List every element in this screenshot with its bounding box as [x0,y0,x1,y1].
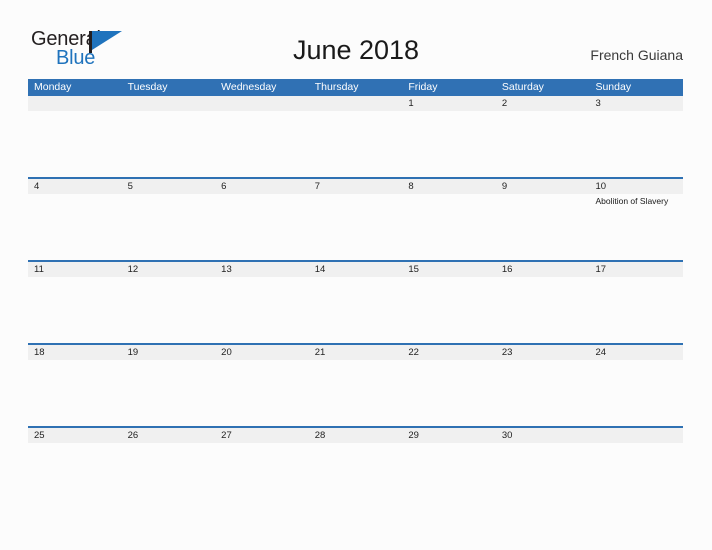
day-number[interactable]: 14 [309,262,403,277]
day-number[interactable]: 27 [215,428,309,443]
day-number[interactable]: 21 [309,345,403,360]
day-number[interactable]: 20 [215,345,309,360]
day-number[interactable]: 22 [402,345,496,360]
day-number[interactable]: 4 [28,179,122,194]
day-number[interactable] [215,96,309,111]
day-event[interactable] [122,360,216,426]
day-number[interactable]: 18 [28,345,122,360]
day-event[interactable] [215,277,309,343]
day-event[interactable] [402,111,496,177]
week-date-band: 1 2 3 [28,96,683,111]
day-event[interactable] [122,277,216,343]
day-number[interactable] [28,96,122,111]
week-date-band: 11 12 13 14 15 16 17 [28,262,683,277]
day-event[interactable] [496,111,590,177]
day-number[interactable] [122,96,216,111]
day-event[interactable] [402,277,496,343]
day-number[interactable]: 12 [122,262,216,277]
day-number[interactable]: 25 [28,428,122,443]
day-number[interactable]: 2 [496,96,590,111]
day-number[interactable]: 8 [402,179,496,194]
day-number[interactable]: 13 [215,262,309,277]
day-number[interactable] [309,96,403,111]
day-event[interactable] [402,443,496,509]
weekday-friday: Friday [408,81,438,93]
day-number[interactable]: 23 [496,345,590,360]
week-event-band [28,277,683,343]
day-event[interactable] [215,443,309,509]
calendar-week-row: 25 26 27 28 29 30 [28,426,683,509]
weekday-saturday: Saturday [501,81,544,93]
week-date-band: 18 19 20 21 22 23 24 [28,345,683,360]
week-event-band: Abolition of Slavery [28,194,683,260]
calendar-week-row: 18 19 20 21 22 23 24 [28,343,683,426]
day-event[interactable] [215,111,309,177]
day-event[interactable] [309,443,403,509]
day-event[interactable] [589,360,683,426]
week-event-band [28,111,683,177]
day-event[interactable] [496,277,590,343]
day-event[interactable] [496,443,590,509]
calendar-grid: Monday Tuesday Wednesday Thursday Friday… [28,79,683,509]
page-header: General Blue June 2018 French Guiana [0,0,712,78]
day-number[interactable]: 6 [215,179,309,194]
calendar-week-row: 4 5 6 7 8 9 10 Abolition of Slavery [28,177,683,260]
calendar-week-row: 11 12 13 14 15 16 17 [28,260,683,343]
day-number[interactable]: 24 [589,345,683,360]
day-number[interactable]: 1 [402,96,496,111]
weekday-tuesday: Tuesday [127,81,168,93]
day-number[interactable]: 16 [496,262,590,277]
day-event-holiday[interactable]: Abolition of Slavery [589,194,683,260]
day-event[interactable] [309,277,403,343]
calendar-week-row: 1 2 3 [28,96,683,177]
day-event[interactable] [122,111,216,177]
day-event[interactable] [122,443,216,509]
day-number[interactable]: 29 [402,428,496,443]
day-event[interactable] [122,194,216,260]
week-date-band: 4 5 6 7 8 9 10 [28,179,683,194]
week-date-band: 25 26 27 28 29 30 [28,428,683,443]
weekday-monday: Monday [34,81,72,93]
day-event[interactable] [28,443,122,509]
weekday-header-row: Monday Tuesday Wednesday Thursday Friday… [28,79,683,96]
day-event[interactable] [496,194,590,260]
day-event[interactable] [309,194,403,260]
week-event-band [28,360,683,426]
calendar-page: General Blue June 2018 French Guiana Mon… [0,0,712,550]
day-number[interactable]: 17 [589,262,683,277]
day-event[interactable] [402,194,496,260]
weekday-wednesday: Wednesday [221,81,277,93]
day-event[interactable] [28,194,122,260]
weekday-sunday: Sunday [595,81,632,93]
day-number[interactable]: 10 [589,179,683,194]
country-label: French Guiana [590,47,683,63]
day-event[interactable] [309,360,403,426]
day-number[interactable]: 11 [28,262,122,277]
day-number[interactable]: 3 [589,96,683,111]
day-event[interactable] [402,360,496,426]
day-event[interactable] [215,360,309,426]
day-event[interactable] [589,111,683,177]
day-event[interactable] [28,111,122,177]
day-number[interactable]: 19 [122,345,216,360]
day-event[interactable] [589,277,683,343]
week-event-band [28,443,683,509]
day-number[interactable]: 28 [309,428,403,443]
weekday-thursday: Thursday [314,81,359,93]
day-event[interactable] [28,277,122,343]
day-event[interactable] [309,111,403,177]
day-event[interactable] [28,360,122,426]
day-number[interactable] [589,428,683,443]
day-number[interactable]: 26 [122,428,216,443]
day-number[interactable]: 30 [496,428,590,443]
day-number[interactable]: 9 [496,179,590,194]
day-number[interactable]: 5 [122,179,216,194]
day-event[interactable] [215,194,309,260]
day-number[interactable]: 7 [309,179,403,194]
day-event[interactable] [589,443,683,509]
day-number[interactable]: 15 [402,262,496,277]
day-event[interactable] [496,360,590,426]
